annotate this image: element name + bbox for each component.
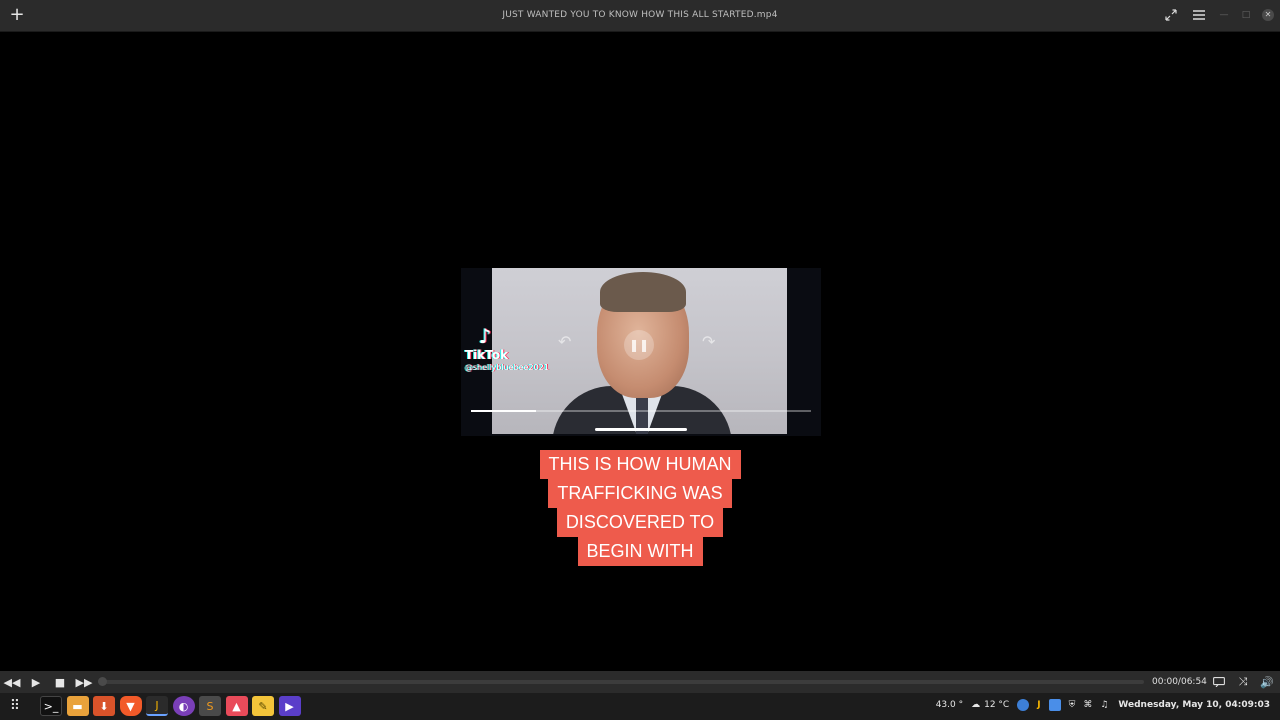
volume-icon[interactable]: 🔊: [1255, 671, 1279, 693]
forward-10-icon: ↷: [702, 332, 716, 351]
weather-icon: ☁: [971, 700, 981, 710]
tiktok-logo-icon: ♪: [478, 324, 492, 348]
video-player-icon[interactable]: ▶: [278, 696, 301, 716]
window-title: JUST WANTED YOU TO KNOW HOW THIS ALL STA…: [502, 10, 778, 20]
hair-shape: [600, 272, 686, 312]
music-icon[interactable]: ♫: [1100, 700, 1108, 710]
fullscreen-icon[interactable]: [1162, 7, 1180, 23]
video-caption: THIS IS HOW HUMAN TRAFFICKING WAS DISCOV…: [0, 450, 1280, 566]
seek-back-icon[interactable]: ◀◀: [0, 671, 24, 693]
menu-icon[interactable]: [1190, 7, 1208, 23]
weather-temp: 12 °C: [984, 700, 1010, 710]
clock[interactable]: Wednesday, May 10, 04:09:03: [1118, 700, 1270, 710]
tiktok-brand: TikTok: [465, 348, 509, 362]
embedded-video-frame: ↶ ❚❚ ↷ ♪ TikTok @shellybluebee2021: [461, 268, 821, 436]
player-controls: ◀◀ ▶ ■ ▶▶ 00:00/06:54 ⤨ 🔊: [0, 671, 1280, 693]
close-icon[interactable]: ✕: [1262, 9, 1274, 21]
caption-line-2: TRAFFICKING WAS: [548, 479, 732, 508]
pidgin-icon[interactable]: [1017, 699, 1030, 711]
subtitles-icon[interactable]: [1207, 671, 1231, 693]
notes-icon[interactable]: ✎: [252, 696, 274, 716]
play-button[interactable]: ▶: [24, 671, 48, 693]
seek-bar[interactable]: [98, 680, 1144, 684]
window-controls: — □ ✕: [1152, 7, 1274, 23]
pause-overlay-icon: ❚❚: [624, 330, 654, 360]
jdownloader-tray-icon[interactable]: J: [1037, 700, 1040, 710]
rewind-10-icon: ↶: [558, 332, 572, 351]
caption-line-3: DISCOVERED TO: [556, 508, 724, 537]
tor-browser-icon[interactable]: ◐: [172, 696, 195, 716]
embedded-progress-bar: [471, 410, 811, 412]
minimize-icon[interactable]: —: [1218, 9, 1230, 21]
seek-forward-icon[interactable]: ▶▶: [72, 671, 96, 693]
seek-handle[interactable]: [98, 677, 107, 686]
taskbar: ⠿ >_ ▬ ⬇ ▼ J ◐ S ▲ ✎ ▶ 43.0 ° ☁ 12 °C J …: [0, 693, 1280, 720]
files-icon[interactable]: ▬: [66, 696, 89, 716]
embedded-progress-fill: [471, 410, 536, 412]
shuffle-icon[interactable]: ⤨: [1231, 671, 1255, 693]
terminal-icon[interactable]: >_: [40, 696, 62, 716]
system-tray: 43.0 ° ☁ 12 °C J ⛨ ⌘ ♫ Wednesday, May 10…: [928, 699, 1270, 711]
caption-line-4: BEGIN WITH: [577, 537, 703, 566]
taskbar-apps: >_ ▬ ⬇ ▼ J ◐ S ▲ ✎ ▶: [40, 696, 305, 716]
home-indicator: [595, 428, 687, 431]
title-bar: + JUST WANTED YOU TO KNOW HOW THIS ALL S…: [0, 0, 1280, 32]
app-launcher-icon[interactable]: ⠿: [6, 697, 24, 715]
jdownloader-icon[interactable]: J: [146, 696, 168, 716]
sublime-text-icon[interactable]: S: [199, 696, 221, 716]
time-display: 00:00/06:54: [1152, 677, 1207, 687]
video-area[interactable]: ↶ ❚❚ ↷ ♪ TikTok @shellybluebee2021 THIS …: [0, 32, 1280, 670]
downloader-icon[interactable]: ⬇: [93, 696, 115, 716]
tiktok-watermark: ♪ TikTok @shellybluebee2021: [465, 324, 549, 372]
network-icon[interactable]: ⌘: [1083, 700, 1092, 710]
shield-icon[interactable]: ⛨: [1069, 700, 1076, 710]
stop-button[interactable]: ■: [48, 671, 72, 693]
brave-icon[interactable]: ▼: [119, 696, 142, 716]
caption-line-1: THIS IS HOW HUMAN: [539, 450, 741, 479]
clipboard-icon[interactable]: [1048, 699, 1061, 711]
maximize-icon[interactable]: □: [1240, 9, 1252, 21]
tiktok-username: @shellybluebee2021: [465, 363, 549, 372]
cpu-temp: 43.0 °: [935, 700, 964, 710]
image-viewer-icon[interactable]: ▲: [225, 696, 248, 716]
